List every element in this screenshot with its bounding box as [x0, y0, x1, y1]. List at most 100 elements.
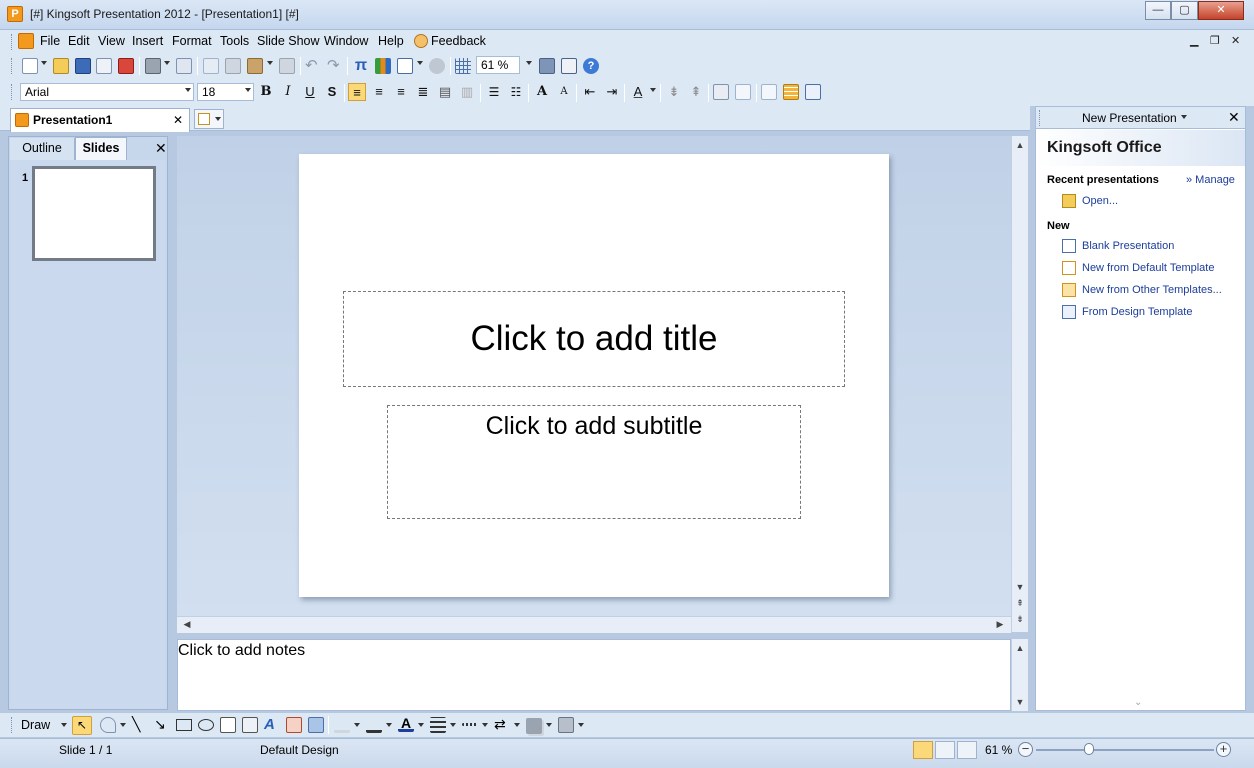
print-icon[interactable] [145, 58, 161, 74]
doc-close-button[interactable]: ✕ [1231, 34, 1240, 47]
toolbar-grip[interactable] [11, 717, 14, 733]
font-size-dropdown-icon[interactable] [245, 88, 251, 92]
previous-slide-icon[interactable]: ⇞ [1012, 598, 1028, 609]
slide-show-view-icon[interactable] [957, 741, 977, 759]
menu-window[interactable]: Window [324, 34, 368, 48]
3d-style-icon[interactable] [558, 717, 574, 733]
menu-view[interactable]: View [98, 34, 125, 48]
maximize-button[interactable]: ▢ [1171, 1, 1198, 20]
close-button[interactable]: ✕ [1198, 1, 1244, 20]
italic-button[interactable]: I [279, 83, 297, 101]
email-icon[interactable] [96, 58, 112, 74]
shadow-button[interactable]: S [323, 83, 341, 101]
app-logo-icon[interactable]: P [7, 6, 23, 22]
print-preview-icon[interactable] [176, 58, 192, 74]
justify-icon[interactable]: ≣ [414, 83, 432, 101]
menu-feedback[interactable]: Feedback [431, 34, 486, 48]
decrease-indent-icon[interactable]: ⇤ [581, 83, 599, 101]
chevron-down-icon[interactable]: ⌄ [1134, 697, 1142, 708]
line-style-icon[interactable] [430, 717, 446, 733]
notes-pane[interactable]: Click to add notes [177, 639, 1011, 711]
underline-button[interactable]: U [301, 83, 319, 101]
clip-art-icon[interactable] [286, 717, 302, 733]
close-pane-icon[interactable]: ✕ [155, 141, 167, 155]
doc-restore-button[interactable]: ❐ [1210, 34, 1220, 47]
draw-dropdown-icon[interactable] [61, 723, 67, 727]
home-icon[interactable] [561, 58, 577, 74]
autoshapes-dropdown-icon[interactable] [120, 723, 126, 727]
paste-dropdown-icon[interactable] [267, 61, 273, 65]
rectangle-icon[interactable] [176, 719, 192, 731]
scroll-down-icon[interactable]: ▼ [1012, 697, 1028, 707]
menu-file[interactable]: File [40, 34, 60, 48]
scroll-up-icon[interactable]: ▲ [1012, 140, 1028, 150]
line-spacing-increase-icon[interactable]: ⇞ [687, 83, 705, 101]
ellipse-icon[interactable] [198, 719, 214, 731]
table-icon[interactable] [397, 58, 413, 74]
numbering-icon[interactable]: ☰ [485, 83, 503, 101]
toolbar-grip[interactable] [11, 84, 14, 100]
scroll-up-icon[interactable]: ▲ [1012, 643, 1028, 653]
tab-slides[interactable]: Slides [75, 137, 127, 160]
picture-icon[interactable] [308, 717, 324, 733]
new-icon[interactable] [22, 58, 38, 74]
menu-slide-show[interactable]: Slide Show [257, 34, 320, 48]
task-pane-selector[interactable]: New Presentation [1082, 111, 1177, 125]
scroll-right-icon[interactable]: ▶ [992, 619, 1008, 630]
insert-picture-icon[interactable] [713, 84, 729, 100]
bullets-icon[interactable]: ☷ [507, 83, 525, 101]
fill-color-dropdown-icon[interactable] [354, 723, 360, 727]
draw-menu-button[interactable]: Draw [21, 718, 50, 732]
text-direction-icon[interactable]: ▥ [458, 83, 476, 101]
menu-edit[interactable]: Edit [68, 34, 90, 48]
redo-icon[interactable]: ↷ [327, 58, 343, 74]
line-spacing-decrease-icon[interactable]: ⇟ [665, 83, 683, 101]
title-placeholder[interactable]: Click to add title [343, 291, 845, 387]
document-icon[interactable] [18, 33, 34, 49]
horizontal-scrollbar[interactable]: ◀ ▶ [177, 616, 1011, 633]
font-size-combo[interactable]: 18 [197, 83, 254, 101]
zoom-slider-thumb[interactable] [1084, 743, 1095, 755]
equation-icon[interactable]: π [353, 58, 369, 74]
text-box-icon[interactable] [220, 717, 236, 733]
chart-icon[interactable] [375, 58, 391, 74]
notes-placeholder[interactable]: Click to add notes [178, 642, 305, 660]
fill-color-icon[interactable] [334, 717, 350, 733]
slide-design-icon[interactable] [783, 84, 799, 100]
arrow-icon[interactable]: ↘ [154, 717, 170, 733]
find-icon[interactable] [539, 58, 555, 74]
undo-icon[interactable]: ↶ [305, 58, 321, 74]
vertical-scrollbar[interactable]: ▲ ▼ ⇞ ⇟ [1011, 136, 1028, 632]
autoshapes-icon[interactable] [100, 717, 116, 733]
zoom-slider[interactable] [1036, 749, 1214, 751]
shadow-style-dropdown-icon[interactable] [546, 723, 552, 727]
zoom-dropdown-icon[interactable] [526, 61, 532, 65]
blank-presentation-link[interactable]: Blank Presentation [1082, 240, 1174, 252]
slide-layout-icon[interactable] [761, 84, 777, 100]
close-task-pane-icon[interactable]: ✕ [1228, 109, 1240, 126]
slide[interactable]: Click to add title Click to add subtitle [299, 154, 889, 597]
notes-scrollbar[interactable]: ▲ ▼ [1011, 639, 1028, 711]
text-color-icon[interactable]: A [398, 716, 414, 732]
minimize-button[interactable]: — [1145, 1, 1171, 20]
open-link[interactable]: Open... [1082, 195, 1118, 207]
toolbar-grip[interactable] [1039, 110, 1042, 126]
new-from-default-template-link[interactable]: New from Default Template [1082, 262, 1214, 274]
arrow-style-dropdown-icon[interactable] [514, 723, 520, 727]
normal-view-icon[interactable] [913, 741, 933, 759]
help-icon[interactable]: ? [583, 58, 599, 74]
new-from-other-templates-link[interactable]: New from Other Templates... [1082, 284, 1222, 296]
shadow-style-icon[interactable] [526, 718, 542, 734]
chevron-down-icon[interactable] [1181, 115, 1187, 119]
bold-button[interactable]: B [257, 83, 275, 101]
subtitle-placeholder[interactable]: Click to add subtitle [387, 405, 801, 519]
menu-format[interactable]: Format [172, 34, 212, 48]
from-design-template-link[interactable]: From Design Template [1082, 306, 1192, 318]
increase-indent-icon[interactable]: ⇥ [603, 83, 621, 101]
font-name-combo[interactable]: Arial [20, 83, 194, 101]
scroll-left-icon[interactable]: ◀ [179, 619, 195, 630]
wordart-icon[interactable]: A [264, 717, 280, 733]
toolbar-grip[interactable] [11, 58, 14, 74]
tab-presentation1[interactable]: Presentation1 ✕ [10, 108, 190, 132]
new-slide-icon[interactable] [735, 84, 751, 100]
